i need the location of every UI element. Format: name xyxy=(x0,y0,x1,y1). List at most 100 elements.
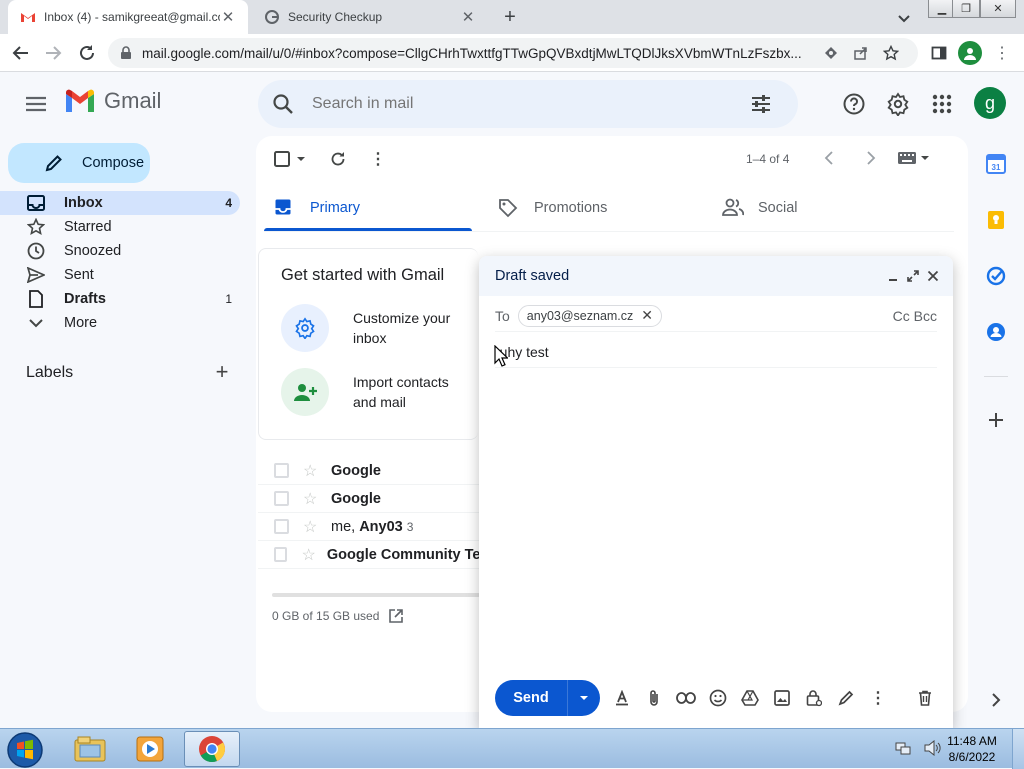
signature-pen-icon[interactable] xyxy=(830,686,862,710)
get-addons-plus-icon[interactable] xyxy=(984,408,1008,432)
import-contacts-item[interactable]: Import contacts and mail xyxy=(281,368,473,416)
close-tab-icon[interactable]: ✕ xyxy=(220,9,236,26)
show-desktop-button[interactable] xyxy=(1012,729,1024,769)
search-icon[interactable] xyxy=(272,93,294,115)
bookmark-star-icon[interactable] xyxy=(880,42,902,64)
tab-inbox[interactable]: Inbox (4) - samikgreeat@gmail.com ✕ xyxy=(8,0,248,34)
apps-grid-icon[interactable] xyxy=(928,90,956,118)
show-side-panel-chevron-icon[interactable] xyxy=(984,688,1008,712)
insert-link-icon[interactable] xyxy=(670,686,702,710)
share-icon[interactable] xyxy=(850,42,872,64)
forward-icon[interactable] xyxy=(40,41,66,65)
volume-icon[interactable] xyxy=(924,740,942,756)
google-drive-icon[interactable] xyxy=(734,686,766,710)
tab-label: Security Checkup xyxy=(288,10,383,24)
open-external-icon[interactable] xyxy=(389,609,404,623)
tab-security-checkup[interactable]: Security Checkup ✕ xyxy=(252,0,488,34)
settings-gear-icon[interactable] xyxy=(884,90,912,118)
row-checkbox[interactable] xyxy=(274,463,289,478)
file-explorer-icon[interactable] xyxy=(62,731,118,767)
close-window-button[interactable]: ✕ xyxy=(980,0,1016,18)
discard-draft-trash-icon[interactable] xyxy=(909,686,941,710)
password-key-icon[interactable] xyxy=(820,42,842,64)
newer-chevron-left-icon[interactable] xyxy=(822,150,838,166)
star-outline-icon[interactable]: ☆ xyxy=(303,489,321,509)
input-tools-keyboard-icon[interactable] xyxy=(898,152,930,164)
address-bar[interactable]: mail.google.com/mail/u/0/#inbox?compose=… xyxy=(108,38,918,68)
sidebar-item-drafts[interactable]: Drafts 1 xyxy=(0,287,240,311)
restore-window-button[interactable]: ❐ xyxy=(952,0,980,18)
close-icon[interactable] xyxy=(925,268,941,284)
attach-file-icon[interactable] xyxy=(638,686,670,710)
full-screen-icon[interactable] xyxy=(905,268,921,284)
chrome-taskbar-icon[interactable] xyxy=(184,731,240,767)
lock-icon[interactable] xyxy=(120,46,132,60)
media-player-icon[interactable] xyxy=(122,731,178,767)
customize-inbox-item[interactable]: Customize your inbox xyxy=(281,304,473,352)
reload-icon[interactable] xyxy=(74,41,100,65)
table-row[interactable]: ☆ Google xyxy=(258,457,480,485)
side-panel-icon[interactable] xyxy=(926,41,952,65)
sidebar-item-inbox[interactable]: Inbox 4 xyxy=(0,191,240,215)
close-tab-icon[interactable]: ✕ xyxy=(460,9,476,26)
remove-recipient-icon[interactable]: ✕ xyxy=(641,307,653,324)
sidebar-item-more[interactable]: More xyxy=(0,311,240,335)
star-outline-icon[interactable]: ☆ xyxy=(303,461,321,481)
refresh-icon[interactable] xyxy=(330,151,346,167)
star-outline-icon[interactable]: ☆ xyxy=(301,545,316,565)
insert-photo-icon[interactable] xyxy=(766,686,798,710)
new-tab-button[interactable]: + xyxy=(498,5,522,29)
back-icon[interactable] xyxy=(8,41,34,65)
account-avatar[interactable]: g xyxy=(974,87,1006,119)
profile-avatar-icon[interactable] xyxy=(958,41,982,65)
tasks-icon[interactable] xyxy=(984,264,1008,288)
taskbar-clock[interactable]: 11:48 AM 8/6/2022 xyxy=(946,733,998,765)
sidebar-item-starred[interactable]: Starred xyxy=(0,215,240,239)
calendar-icon[interactable]: 31 xyxy=(984,152,1008,176)
main-menu-icon[interactable] xyxy=(22,90,50,118)
table-row[interactable]: ☆ Google Community Team xyxy=(258,541,480,569)
select-checkbox-icon[interactable] xyxy=(274,151,290,167)
browser-menu-icon[interactable]: ⋮ xyxy=(994,41,1010,65)
send-button[interactable]: Send xyxy=(495,680,600,716)
tab-label: Promotions xyxy=(534,200,608,216)
older-chevron-right-icon[interactable] xyxy=(862,150,878,166)
select-dropdown-icon[interactable] xyxy=(296,155,306,163)
gmail-logo[interactable]: Gmail xyxy=(64,88,161,114)
keep-icon[interactable] xyxy=(984,208,1008,232)
more-options-icon[interactable]: ⋮ xyxy=(370,149,386,169)
sidebar-item-sent[interactable]: Sent xyxy=(0,263,240,287)
network-icon[interactable] xyxy=(895,740,911,756)
tab-social[interactable]: Social xyxy=(722,184,798,232)
minimize-icon[interactable] xyxy=(885,268,901,284)
more-options-icon[interactable]: ⋮ xyxy=(862,686,894,710)
star-outline-icon[interactable]: ☆ xyxy=(303,517,321,537)
row-checkbox[interactable] xyxy=(274,519,289,534)
tab-search-icon[interactable] xyxy=(894,8,914,28)
row-checkbox[interactable] xyxy=(274,491,289,506)
search-options-icon[interactable] xyxy=(750,93,772,115)
to-field[interactable]: To any03@seznam.cz ✕ Cc Bcc xyxy=(495,300,937,332)
message-body-field[interactable] xyxy=(495,372,937,672)
tab-primary[interactable]: Primary xyxy=(274,184,360,232)
cc-bcc-link[interactable]: Cc Bcc xyxy=(893,308,937,324)
contacts-icon[interactable] xyxy=(984,320,1008,344)
emoji-icon[interactable] xyxy=(702,686,734,710)
table-row[interactable]: ☆ me, Any03 3 xyxy=(258,513,480,541)
compose-header[interactable]: Draft saved xyxy=(479,256,953,296)
sidebar-item-snoozed[interactable]: Snoozed xyxy=(0,239,240,263)
confidential-mode-lock-icon[interactable] xyxy=(798,686,830,710)
add-label-icon[interactable]: + xyxy=(212,359,232,384)
tab-promotions[interactable]: Promotions xyxy=(498,184,607,232)
formatting-options-icon[interactable] xyxy=(606,686,638,710)
search-input[interactable] xyxy=(312,95,750,113)
table-row[interactable]: ☆ Google xyxy=(258,485,480,513)
schedule-send-dropdown-icon[interactable] xyxy=(567,680,600,716)
help-icon[interactable] xyxy=(840,90,868,118)
recipient-chip[interactable]: any03@seznam.cz ✕ xyxy=(517,304,663,327)
row-checkbox[interactable] xyxy=(274,547,288,562)
search-bar[interactable] xyxy=(258,80,798,128)
subject-field[interactable]: ruhy test xyxy=(495,336,937,368)
compose-button[interactable]: Compose xyxy=(8,143,150,183)
windows-start-button[interactable] xyxy=(4,731,46,769)
